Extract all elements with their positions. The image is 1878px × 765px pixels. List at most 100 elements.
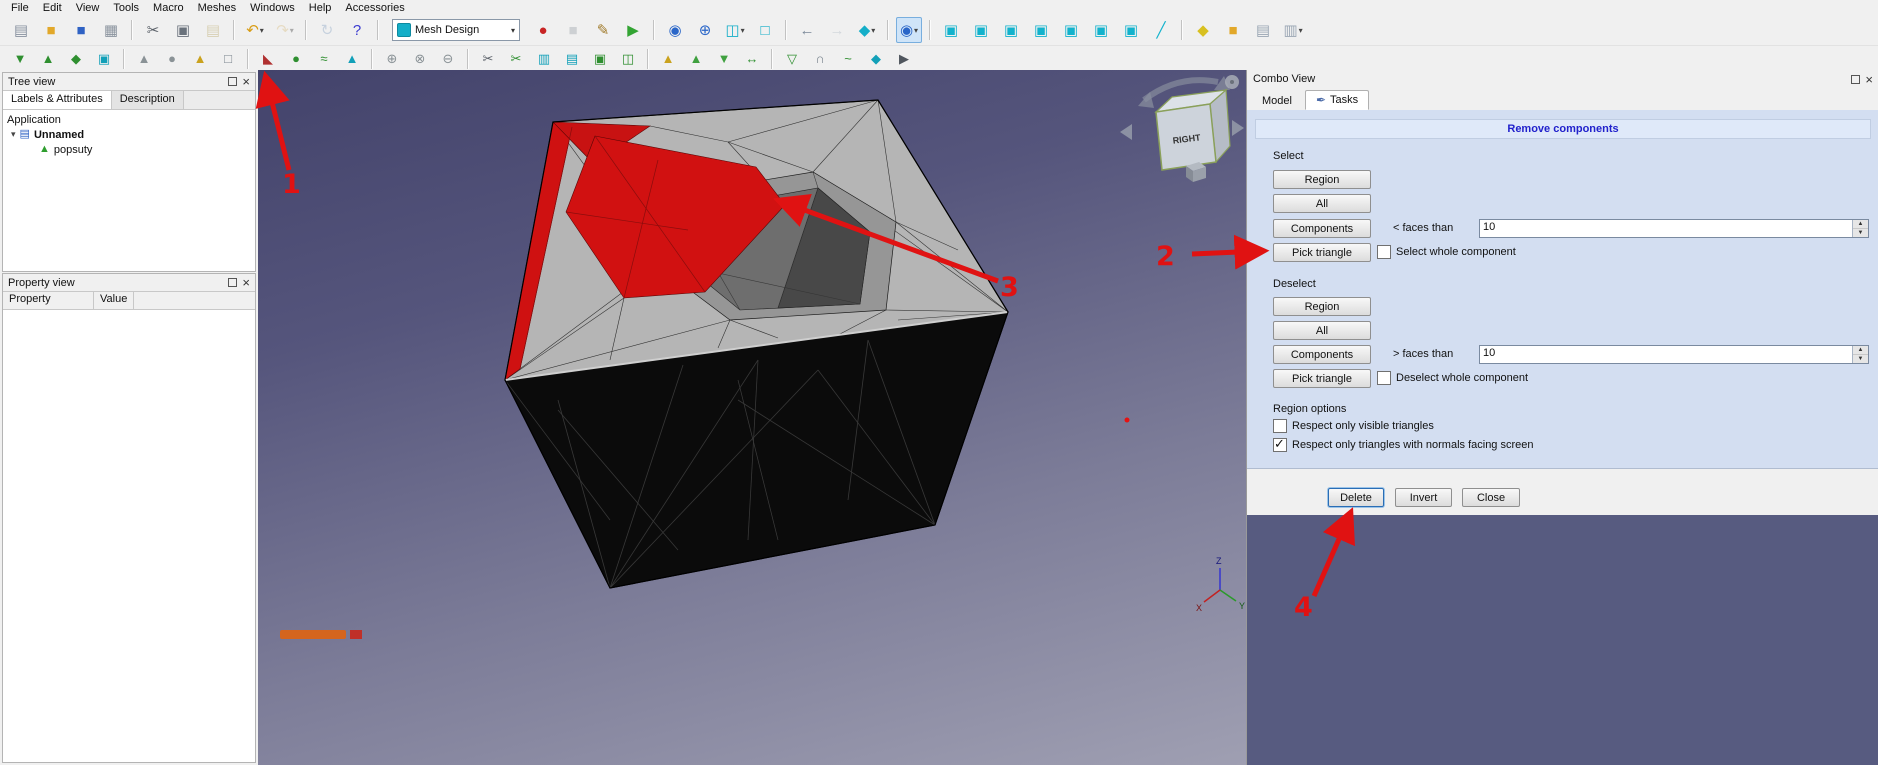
- clipping-plane-icon[interactable]: ◆▾: [1190, 17, 1216, 43]
- boolean-union-icon[interactable]: ⊕▾: [380, 47, 404, 71]
- select-all-button[interactable]: All: [1273, 194, 1371, 213]
- undo-icon[interactable]: ↶ ▾: [242, 17, 268, 43]
- view-top-icon[interactable]: ▣▾: [998, 17, 1024, 43]
- fill-holes-icon[interactable]: ●▾: [284, 47, 308, 71]
- boolean-intersection-icon[interactable]: ⊗▾: [408, 47, 432, 71]
- close-panel-icon[interactable]: ×: [242, 75, 250, 88]
- spin-down-icon[interactable]: ▼: [1853, 229, 1868, 237]
- view-axonometric-icon[interactable]: ▣▾: [938, 17, 964, 43]
- nav-style-icon[interactable]: ◆ ▾: [854, 17, 880, 43]
- cursor-tool-icon[interactable]: ▶▾: [892, 47, 916, 71]
- menu-item[interactable]: Meshes: [191, 2, 244, 14]
- tree-root-application[interactable]: Application: [3, 112, 255, 127]
- invert-button[interactable]: Invert: [1395, 488, 1452, 507]
- select-box-icon[interactable]: □▾: [752, 17, 778, 43]
- mesh-analyze-icon[interactable]: ▲▾: [132, 47, 156, 71]
- export-image-icon[interactable]: ▤▾: [1250, 17, 1276, 43]
- evaluate-mesh-icon[interactable]: ▲▾: [656, 47, 680, 71]
- float-panel-icon[interactable]: [228, 278, 238, 287]
- toolbar-button[interactable]: ▾: [929, 20, 931, 40]
- view-front-icon[interactable]: ▣▾: [968, 17, 994, 43]
- float-panel-icon[interactable]: [1851, 74, 1861, 84]
- deselect-region-button[interactable]: Region: [1273, 297, 1371, 316]
- toolbar-button[interactable]: ▾: [305, 20, 307, 40]
- toolbar-button[interactable]: ▾: [467, 48, 469, 69]
- zoom-tool-icon[interactable]: ◉ ▾: [896, 17, 922, 43]
- value-column-header[interactable]: Value: [94, 292, 135, 309]
- property-view-titlebar[interactable]: Property view ×: [3, 274, 255, 292]
- macro-stop-icon[interactable]: ■▾: [560, 17, 586, 43]
- macro-edit-icon[interactable]: ✎▾: [590, 17, 616, 43]
- select-pick-triangle-button[interactable]: Pick triangle: [1273, 243, 1371, 262]
- tree-item-popsuty[interactable]: ▲ popsuty: [3, 142, 255, 157]
- copy-icon[interactable]: ▣▾: [170, 17, 196, 43]
- save-icon[interactable]: ■▾: [68, 17, 94, 43]
- tab-description[interactable]: Description: [111, 91, 184, 109]
- smoothing-icon[interactable]: ~▾: [836, 47, 860, 71]
- menu-item[interactable]: File: [4, 2, 36, 14]
- select-whole-component-checkbox[interactable]: Select whole component: [1377, 245, 1516, 259]
- macro-play-icon[interactable]: ▶▾: [620, 17, 646, 43]
- toolbar-button[interactable]: ▾: [247, 48, 249, 69]
- mesh-boundary-icon[interactable]: □▾: [216, 47, 240, 71]
- texture-mapping-icon[interactable]: ■▾: [1220, 17, 1246, 43]
- measure-distance-icon[interactable]: ╱▾: [1148, 17, 1174, 43]
- close-button[interactable]: Close: [1462, 488, 1520, 507]
- 3d-viewport[interactable]: RIGHT Z Y X: [258, 70, 1246, 765]
- refresh-icon[interactable]: ↻▾: [314, 17, 340, 43]
- flip-normals-icon[interactable]: ▼▾: [712, 47, 736, 71]
- refine-mesh-icon[interactable]: ▲▾: [340, 47, 364, 71]
- menu-item[interactable]: Tools: [106, 2, 146, 14]
- toolbar-button[interactable]: ▾: [653, 20, 655, 40]
- nav-back-icon[interactable]: ←▾: [794, 17, 820, 43]
- float-panel-icon[interactable]: [228, 77, 238, 86]
- spin-down-icon[interactable]: ▼: [1853, 355, 1868, 363]
- select-region-button[interactable]: Region: [1273, 170, 1371, 189]
- cut-icon[interactable]: ✂▾: [140, 17, 166, 43]
- tree-view-titlebar[interactable]: Tree view ×: [3, 73, 255, 91]
- harmonize-normals-icon[interactable]: ▲▾: [684, 47, 708, 71]
- select-components-button[interactable]: Components: [1273, 219, 1371, 238]
- mesh-export-icon[interactable]: ▲▾: [36, 47, 60, 71]
- menu-item[interactable]: Windows: [243, 2, 302, 14]
- deselect-whole-component-checkbox[interactable]: Deselect whole component: [1377, 371, 1528, 385]
- checkbox-box[interactable]: [1273, 419, 1287, 433]
- segmentation-icon[interactable]: ◆▾: [864, 47, 888, 71]
- deselect-pick-triangle-button[interactable]: Pick triangle: [1273, 369, 1371, 388]
- scale-mesh-icon[interactable]: ↔▾: [740, 47, 764, 71]
- toolbar-button[interactable]: ▾: [771, 48, 773, 69]
- toolbar-button[interactable]: ▾: [233, 20, 235, 40]
- view-left-icon[interactable]: ▣▾: [1118, 17, 1144, 43]
- navigation-cube[interactable]: RIGHT: [1120, 75, 1244, 182]
- menu-item[interactable]: Help: [302, 2, 339, 14]
- mesh-from-shape-icon[interactable]: ◆▾: [64, 47, 88, 71]
- decimate-icon[interactable]: ▽▾: [780, 47, 804, 71]
- toolbar-button[interactable]: ▾: [377, 20, 379, 40]
- deselect-faces-spinbox[interactable]: 10 ▲ ▼: [1479, 345, 1869, 364]
- view-right-icon[interactable]: ▣▾: [1028, 17, 1054, 43]
- spin-up-icon[interactable]: ▲: [1853, 346, 1868, 355]
- deselect-all-button[interactable]: All: [1273, 321, 1371, 340]
- workbench-selector[interactable]: Mesh Design ▾: [392, 19, 520, 41]
- mesh-import-icon[interactable]: ▼▾: [8, 47, 32, 71]
- toolbar-button[interactable]: ▾: [371, 48, 373, 69]
- draw-style-icon[interactable]: ◫ ▾: [722, 17, 748, 43]
- share-view-icon[interactable]: ▥ ▾: [1280, 17, 1306, 43]
- unwrap-mesh-icon[interactable]: ∩▾: [808, 47, 832, 71]
- redo-icon[interactable]: ↷ ▾: [272, 17, 298, 43]
- select-faces-spinbox[interactable]: 10 ▲ ▼: [1479, 219, 1869, 238]
- toolbar-button[interactable]: ▾: [131, 20, 133, 40]
- respect-visible-triangles-checkbox[interactable]: Respect only visible triangles: [1273, 419, 1434, 433]
- boolean-difference-icon[interactable]: ⊖▾: [436, 47, 460, 71]
- toolbar-button[interactable]: ▾: [1181, 20, 1183, 40]
- paste-icon[interactable]: ▤▾: [200, 17, 226, 43]
- menu-item[interactable]: Edit: [36, 2, 69, 14]
- nav-forward-icon[interactable]: →▾: [824, 17, 850, 43]
- merge-mesh-icon[interactable]: ▣▾: [588, 47, 612, 71]
- delete-button[interactable]: Delete: [1328, 488, 1384, 507]
- mesh-curvature-icon[interactable]: ●▾: [160, 47, 184, 71]
- zoom-fit-icon[interactable]: ◉▾: [662, 17, 688, 43]
- checkbox-box[interactable]: [1273, 436, 1287, 452]
- toolbar-button[interactable]: ▾: [647, 48, 649, 69]
- remove-components-icon[interactable]: ◣▾: [256, 47, 280, 71]
